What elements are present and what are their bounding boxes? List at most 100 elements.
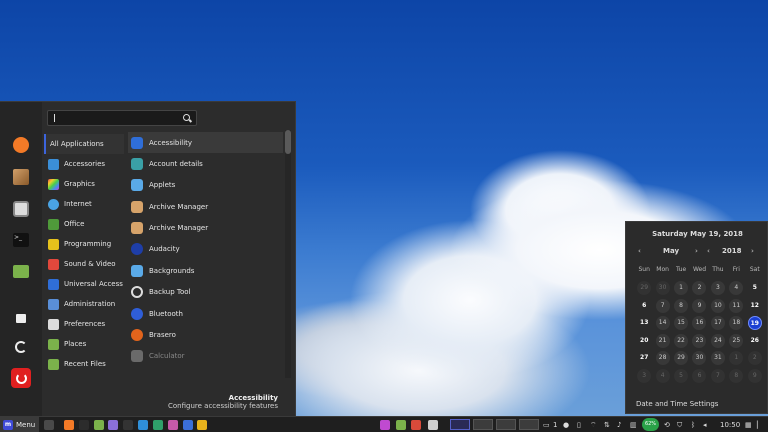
workspace-1[interactable]: [450, 419, 470, 430]
show-desktop-icon[interactable]: [44, 420, 54, 430]
category-recent-files[interactable]: Recent Files: [44, 354, 124, 374]
screenshot-icon[interactable]: [138, 420, 148, 430]
calculator-icon[interactable]: [153, 420, 163, 430]
calendar-day[interactable]: 5: [672, 368, 690, 383]
next-month-button[interactable]: ›: [695, 247, 698, 255]
app-account-details[interactable]: Account details: [128, 153, 283, 174]
calendar-day[interactable]: 5: [746, 281, 764, 295]
prev-month-button[interactable]: ‹: [638, 247, 641, 255]
shield-icon[interactable]: ⛉: [677, 419, 682, 431]
wifi-icon[interactable]: ⌔: [590, 419, 597, 431]
calendar-day[interactable]: 7: [709, 368, 727, 383]
app-archive-manager[interactable]: Archive Manager: [128, 196, 283, 217]
logout-button[interactable]: [11, 337, 31, 357]
calendar-day[interactable]: 21: [653, 333, 671, 348]
favorite-terminal[interactable]: >_: [11, 230, 31, 250]
calendar-day[interactable]: 9: [690, 298, 708, 313]
category-all-applications[interactable]: All Applications: [44, 134, 124, 154]
category-universal-access[interactable]: Universal Access: [44, 274, 124, 294]
chrome-icon[interactable]: [197, 420, 207, 430]
calendar-day[interactable]: 30: [690, 351, 708, 365]
category-administration[interactable]: Administration: [44, 294, 124, 314]
calendar-day[interactable]: 2: [746, 351, 764, 365]
workspace-4[interactable]: [519, 419, 539, 430]
files-icon[interactable]: [396, 420, 406, 430]
music-note-icon[interactable]: ♪: [617, 419, 621, 431]
calendar-day-today[interactable]: 19: [746, 316, 764, 330]
category-sound-video[interactable]: Sound & Video: [44, 254, 124, 274]
calendar-day[interactable]: 1: [727, 351, 745, 365]
notifications-icon[interactable]: ▭: [543, 419, 550, 431]
category-places[interactable]: Places: [44, 334, 124, 354]
bluetooth-icon[interactable]: ᛒ: [691, 419, 695, 431]
calendar-day[interactable]: 15: [672, 316, 690, 330]
calendar-day[interactable]: 9: [746, 368, 764, 383]
calendar-day[interactable]: 4: [727, 281, 745, 295]
category-preferences[interactable]: Preferences: [44, 314, 124, 334]
volume-icon[interactable]: ◂: [703, 419, 707, 431]
app-calculator[interactable]: Calculator: [128, 345, 283, 366]
text-editor-icon[interactable]: [108, 420, 118, 430]
favorite-files[interactable]: [11, 261, 31, 281]
app-backup-tool[interactable]: Backup Tool: [128, 281, 283, 302]
app-audacity[interactable]: Audacity: [128, 238, 283, 259]
scrollbar-thumb[interactable]: [285, 130, 291, 154]
calendar-day[interactable]: 8: [672, 298, 690, 313]
calendar-day[interactable]: 18: [727, 316, 745, 330]
mixer-icon[interactable]: [380, 420, 390, 430]
calendar-day[interactable]: 14: [653, 316, 671, 330]
app-backgrounds[interactable]: Backgrounds: [128, 260, 283, 281]
workspace-2[interactable]: [473, 419, 493, 430]
calendar-day[interactable]: 22: [672, 333, 690, 348]
trash-icon[interactable]: ▥: [630, 419, 637, 431]
notifications-count[interactable]: 1: [553, 419, 557, 431]
date-time-settings-link[interactable]: Date and Time Settings: [636, 400, 718, 408]
calendar-day[interactable]: 3: [635, 368, 653, 383]
network-icon[interactable]: [183, 420, 193, 430]
calendar-day[interactable]: 4: [653, 368, 671, 383]
app-brasero[interactable]: Brasero: [128, 324, 283, 345]
calendar-day[interactable]: 6: [690, 368, 708, 383]
calendar-day[interactable]: 31: [709, 351, 727, 365]
user-icon[interactable]: ●: [563, 419, 569, 431]
calendar-day[interactable]: 24: [709, 333, 727, 348]
calendar-day[interactable]: 27: [635, 351, 653, 365]
calendar-day[interactable]: 13: [635, 316, 653, 330]
calendar-day[interactable]: 6: [635, 299, 653, 313]
prev-year-button[interactable]: ‹: [707, 247, 710, 255]
package-icon[interactable]: [168, 420, 178, 430]
category-graphics[interactable]: Graphics: [44, 174, 124, 194]
calendar-day[interactable]: 7: [653, 298, 671, 313]
calendar-day[interactable]: 12: [746, 299, 764, 313]
terminal-dark-icon[interactable]: [123, 420, 133, 430]
calendar-day[interactable]: 3: [709, 281, 727, 295]
favorite-firefox[interactable]: [11, 135, 31, 155]
calendar-day[interactable]: 26: [746, 334, 764, 348]
terminal-icon[interactable]: [79, 420, 89, 430]
calendar-day[interactable]: 10: [709, 298, 727, 313]
image-viewer-icon[interactable]: [428, 420, 438, 430]
calendar-day[interactable]: 16: [690, 316, 708, 330]
category-programming[interactable]: Programming: [44, 234, 124, 254]
calendar-day[interactable]: 29: [672, 351, 690, 365]
category-internet[interactable]: Internet: [44, 194, 124, 214]
calendar-day[interactable]: 11: [727, 298, 745, 313]
app-applets[interactable]: Applets: [128, 174, 283, 195]
calendar-day[interactable]: 8: [727, 368, 745, 383]
lock-screen-button[interactable]: [11, 306, 31, 326]
firefox-icon[interactable]: [64, 420, 74, 430]
battery-indicator[interactable]: 62%: [642, 418, 659, 431]
folder-icon[interactable]: [94, 420, 104, 430]
menu-button[interactable]: m Menu: [0, 417, 39, 432]
calendar-day[interactable]: 2: [690, 281, 708, 295]
power-button[interactable]: [11, 368, 31, 388]
calendar-day[interactable]: 1: [672, 281, 690, 295]
update-manager-icon[interactable]: ⟲: [664, 419, 670, 431]
app-accessibility[interactable]: Accessibility: [128, 132, 283, 153]
calendar-day[interactable]: 30: [653, 281, 671, 295]
network-icon[interactable]: ⇅: [604, 419, 610, 431]
show-desktop-corner[interactable]: ▏: [757, 419, 762, 431]
search-input[interactable]: [47, 110, 197, 126]
calendar-day[interactable]: 28: [653, 351, 671, 365]
app-list-scrollbar[interactable]: [285, 130, 291, 378]
